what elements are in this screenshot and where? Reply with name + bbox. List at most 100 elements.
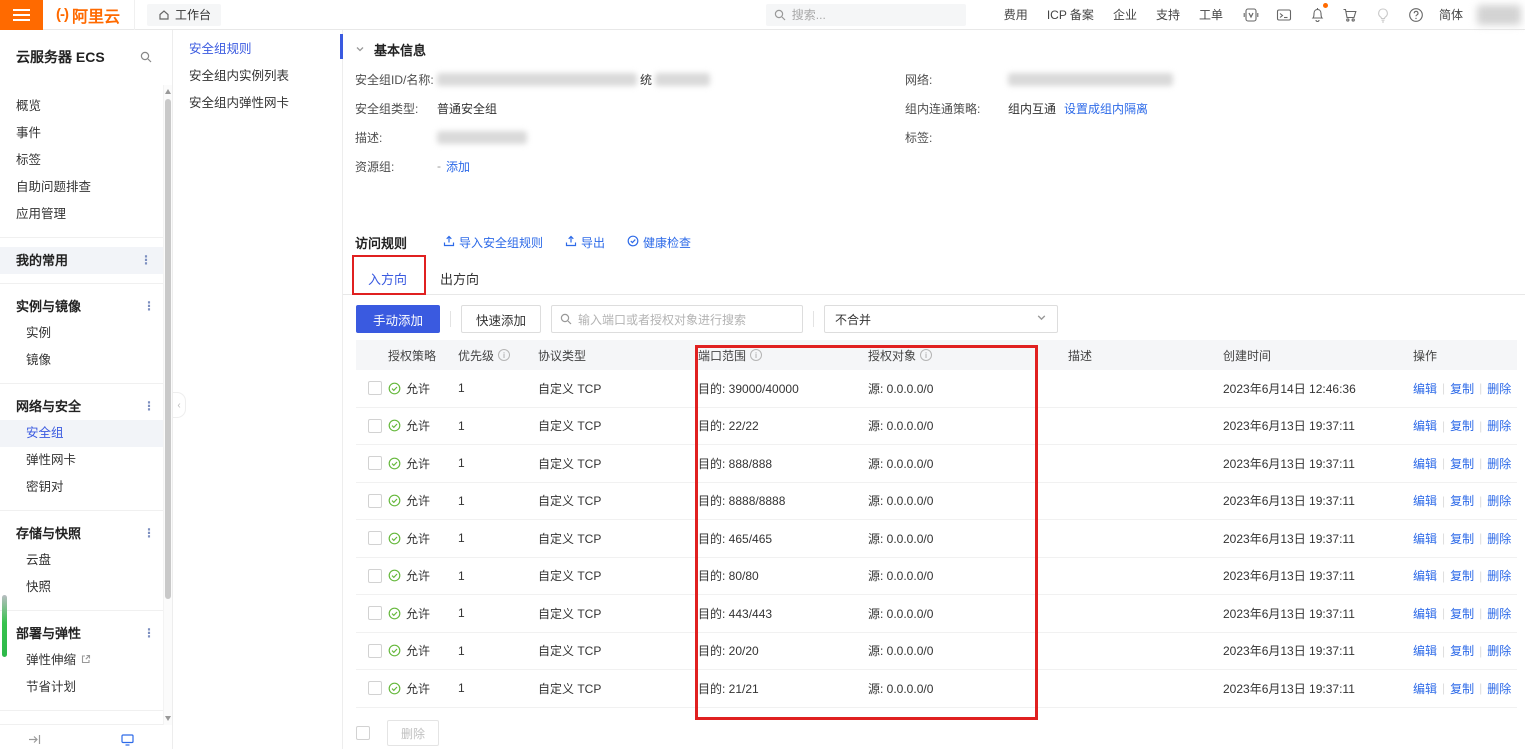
sidebar-item-2[interactable]: 标签 xyxy=(0,147,172,174)
subnav-item-0[interactable]: 安全组规则 xyxy=(173,36,342,63)
topbar-menu-item-3[interactable]: 支持 xyxy=(1156,6,1180,23)
delete-link[interactable]: 删除 xyxy=(1487,380,1511,397)
sidebar-item-实例与镜像-0[interactable]: 实例 xyxy=(0,320,172,347)
delete-link[interactable]: 删除 xyxy=(1487,492,1511,509)
delete-link[interactable]: 删除 xyxy=(1487,530,1511,547)
sidebar-group-3[interactable]: 存储与快照⋮ xyxy=(0,520,172,547)
edit-link[interactable]: 编辑 xyxy=(1413,680,1437,697)
sidebar-group-2[interactable]: 网络与安全⋮ xyxy=(0,393,172,420)
copy-link[interactable]: 复制 xyxy=(1450,567,1474,584)
kebab-menu-icon[interactable]: ⋮ xyxy=(140,247,152,274)
monitor-icon[interactable] xyxy=(121,733,134,749)
tab-outbound[interactable]: 出方向 xyxy=(440,269,479,288)
sidebar-item-网络与安全-0[interactable]: 安全组 xyxy=(0,420,172,447)
merge-mode-select[interactable]: 不合并 xyxy=(824,305,1058,333)
sidebar-group-0[interactable]: 我的常用⋮ xyxy=(0,247,172,274)
copy-link[interactable]: 复制 xyxy=(1450,380,1474,397)
set-isolation-link[interactable]: 设置成组内隔离 xyxy=(1064,100,1148,117)
row-checkbox[interactable] xyxy=(368,681,382,695)
delete-link[interactable]: 删除 xyxy=(1487,417,1511,434)
language-switcher[interactable]: 简体 xyxy=(1439,6,1463,23)
access-rules-action-1[interactable]: 导出 xyxy=(565,234,605,251)
sidebar-item-4[interactable]: 应用管理 xyxy=(0,201,172,228)
row-checkbox[interactable] xyxy=(368,419,382,433)
edit-link[interactable]: 编辑 xyxy=(1413,605,1437,622)
api-icon[interactable] xyxy=(1243,6,1260,23)
info-icon[interactable]: i xyxy=(750,349,762,361)
topbar-menu-item-4[interactable]: 工单 xyxy=(1199,6,1223,23)
manual-add-button[interactable]: 手动添加 xyxy=(356,305,440,333)
delete-link[interactable]: 删除 xyxy=(1487,642,1511,659)
collapse-arrow-icon[interactable] xyxy=(28,733,41,749)
sidebar-item-实例与镜像-1[interactable]: 镜像 xyxy=(0,347,172,374)
select-all-checkbox[interactable] xyxy=(356,726,370,740)
access-rules-action-0[interactable]: 导入安全组规则 xyxy=(443,234,543,251)
notifications-bell-icon[interactable] xyxy=(1309,6,1326,23)
kebab-menu-icon[interactable]: ⋮ xyxy=(143,293,155,320)
row-checkbox[interactable] xyxy=(368,381,382,395)
delete-link[interactable]: 删除 xyxy=(1487,455,1511,472)
row-checkbox[interactable] xyxy=(368,531,382,545)
copy-link[interactable]: 复制 xyxy=(1450,680,1474,697)
info-icon[interactable]: i xyxy=(920,349,932,361)
edit-link[interactable]: 编辑 xyxy=(1413,380,1437,397)
workbench-button[interactable]: 工作台 xyxy=(147,4,221,26)
hamburger-menu-button[interactable] xyxy=(0,0,43,30)
avatar[interactable] xyxy=(1477,5,1521,25)
batch-delete-button[interactable]: 删除 xyxy=(387,720,439,746)
kebab-menu-icon[interactable]: ⋮ xyxy=(143,520,155,547)
topbar-menu-item-0[interactable]: 费用 xyxy=(1004,6,1028,23)
row-checkbox[interactable] xyxy=(368,456,382,470)
row-checkbox[interactable] xyxy=(368,644,382,658)
edit-link[interactable]: 编辑 xyxy=(1413,417,1437,434)
copy-link[interactable]: 复制 xyxy=(1450,417,1474,434)
edit-link[interactable]: 编辑 xyxy=(1413,642,1437,659)
sidebar-group-4[interactable]: 部署与弹性⋮ xyxy=(0,620,172,647)
sidebar-search-icon[interactable] xyxy=(139,51,152,64)
kebab-menu-icon[interactable]: ⋮ xyxy=(143,393,155,420)
subnav-item-2[interactable]: 安全组内弹性网卡 xyxy=(173,90,342,117)
sidebar-item-部署与弹性-1[interactable]: 节省计划 xyxy=(0,674,172,701)
copy-link[interactable]: 复制 xyxy=(1450,605,1474,622)
sidebar-item-网络与安全-2[interactable]: 密钥对 xyxy=(0,474,172,501)
sidebar-item-0[interactable]: 概览 xyxy=(0,93,172,120)
row-checkbox[interactable] xyxy=(368,606,382,620)
subnav-item-1[interactable]: 安全组内实例列表 xyxy=(173,63,342,90)
copy-link[interactable]: 复制 xyxy=(1450,530,1474,547)
delete-link[interactable]: 删除 xyxy=(1487,567,1511,584)
copy-link[interactable]: 复制 xyxy=(1450,642,1474,659)
sidebar-item-存储与快照-1[interactable]: 快照 xyxy=(0,574,172,601)
sidebar-group-1[interactable]: 实例与镜像⋮ xyxy=(0,293,172,320)
lightbulb-icon[interactable] xyxy=(1375,6,1392,23)
edit-link[interactable]: 编辑 xyxy=(1413,492,1437,509)
copy-link[interactable]: 复制 xyxy=(1450,455,1474,472)
rules-search-input[interactable]: 输入端口或者授权对象进行搜索 xyxy=(551,305,803,333)
kebab-menu-icon[interactable]: ⋮ xyxy=(143,620,155,647)
cart-icon[interactable] xyxy=(1342,6,1359,23)
access-rules-action-2[interactable]: 健康检查 xyxy=(627,234,691,251)
sidebar-item-3[interactable]: 自助问题排查 xyxy=(0,174,172,201)
sidebar-item-1[interactable]: 事件 xyxy=(0,120,172,147)
scroll-up-arrow-icon[interactable] xyxy=(165,89,171,94)
sidebar-item-存储与快照-0[interactable]: 云盘 xyxy=(0,547,172,574)
topbar-menu-item-2[interactable]: 企业 xyxy=(1113,6,1137,23)
quick-add-button[interactable]: 快速添加 xyxy=(461,305,541,333)
delete-link[interactable]: 删除 xyxy=(1487,680,1511,697)
info-icon[interactable]: i xyxy=(498,349,510,361)
topbar-menu-item-1[interactable]: ICP 备案 xyxy=(1047,6,1094,23)
add-resource-group-link[interactable]: 添加 xyxy=(446,158,470,175)
sidebar-scrollbar[interactable] xyxy=(163,85,172,725)
scrollbar-thumb[interactable] xyxy=(165,99,171,599)
help-icon[interactable] xyxy=(1408,6,1425,23)
copy-link[interactable]: 复制 xyxy=(1450,492,1474,509)
collapse-sidebar-handle[interactable]: ‹ xyxy=(173,392,186,418)
row-checkbox[interactable] xyxy=(368,494,382,508)
scroll-down-arrow-icon[interactable] xyxy=(165,716,171,721)
sidebar-item-部署与弹性-0[interactable]: 弹性伸缩 xyxy=(0,647,172,674)
delete-link[interactable]: 删除 xyxy=(1487,605,1511,622)
basic-info-header[interactable]: 基本信息 xyxy=(355,40,426,59)
row-checkbox[interactable] xyxy=(368,569,382,583)
cloudshell-icon[interactable] xyxy=(1276,6,1293,23)
tab-inbound[interactable]: 入方向 xyxy=(368,269,407,288)
edit-link[interactable]: 编辑 xyxy=(1413,567,1437,584)
